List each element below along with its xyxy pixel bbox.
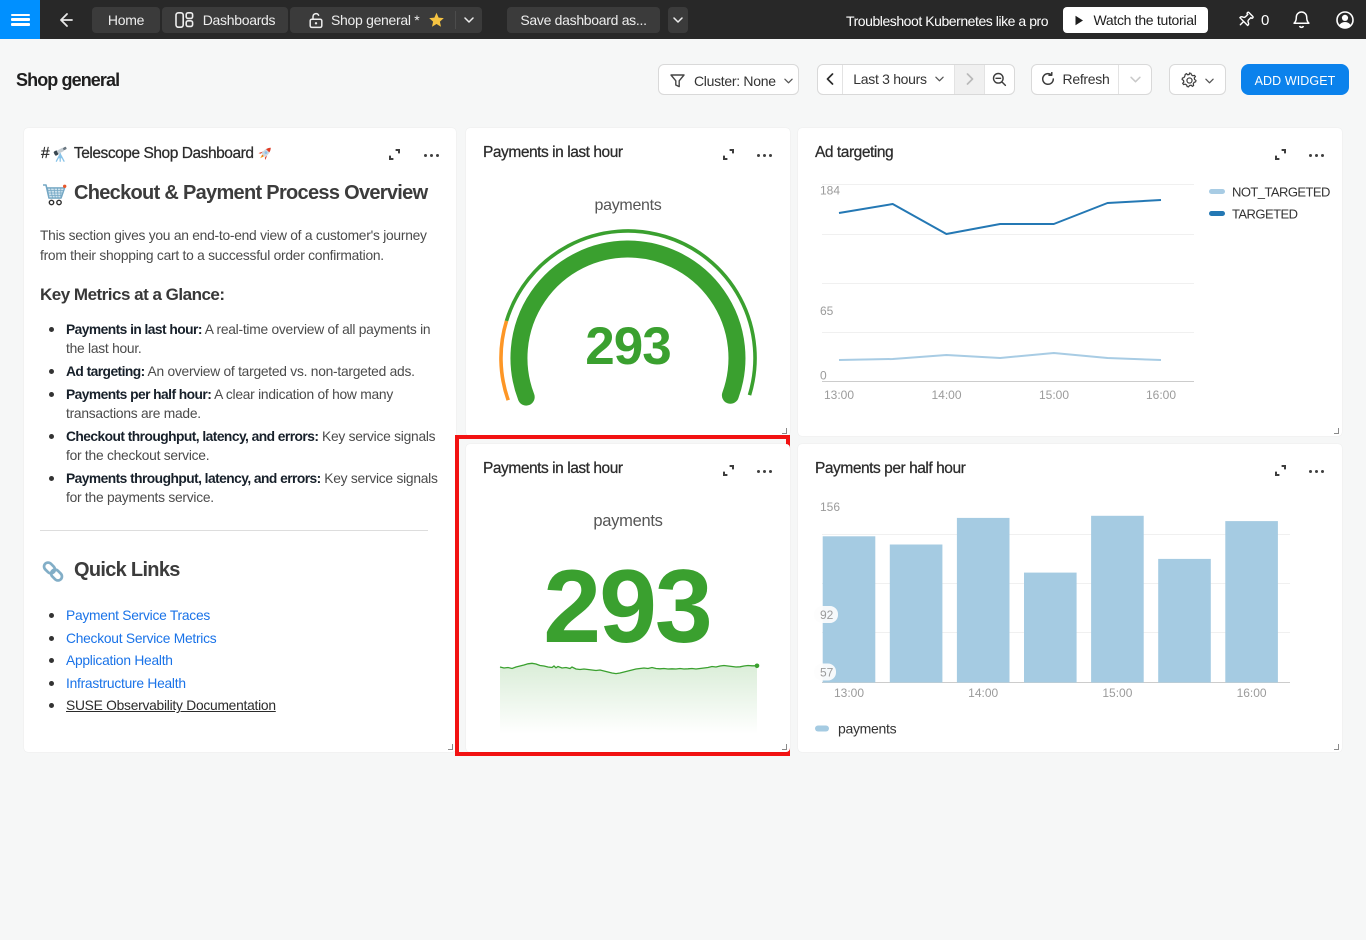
svg-text:14:00: 14:00 [931,388,961,402]
svg-text:156: 156 [820,500,840,514]
svg-text:13:00: 13:00 [834,686,864,700]
svg-text:0: 0 [820,369,827,383]
svg-text:293: 293 [585,317,670,376]
svg-text:16:00: 16:00 [1146,388,1176,402]
svg-text:92: 92 [820,608,834,622]
svg-text:TARGETED: TARGETED [1232,207,1298,222]
svg-text:293: 293 [543,549,711,665]
svg-text:14:00: 14:00 [968,686,998,700]
svg-text:184: 184 [820,184,840,198]
svg-text:15:00: 15:00 [1039,388,1069,402]
svg-text:NOT_TARGETED: NOT_TARGETED [1232,185,1330,200]
svg-text:15:00: 15:00 [1102,686,1132,700]
svg-text:16:00: 16:00 [1237,686,1267,700]
svg-text:13:00: 13:00 [824,388,854,402]
svg-text:57: 57 [820,666,834,680]
svg-text:payments: payments [838,721,897,737]
svg-text:65: 65 [820,304,834,318]
